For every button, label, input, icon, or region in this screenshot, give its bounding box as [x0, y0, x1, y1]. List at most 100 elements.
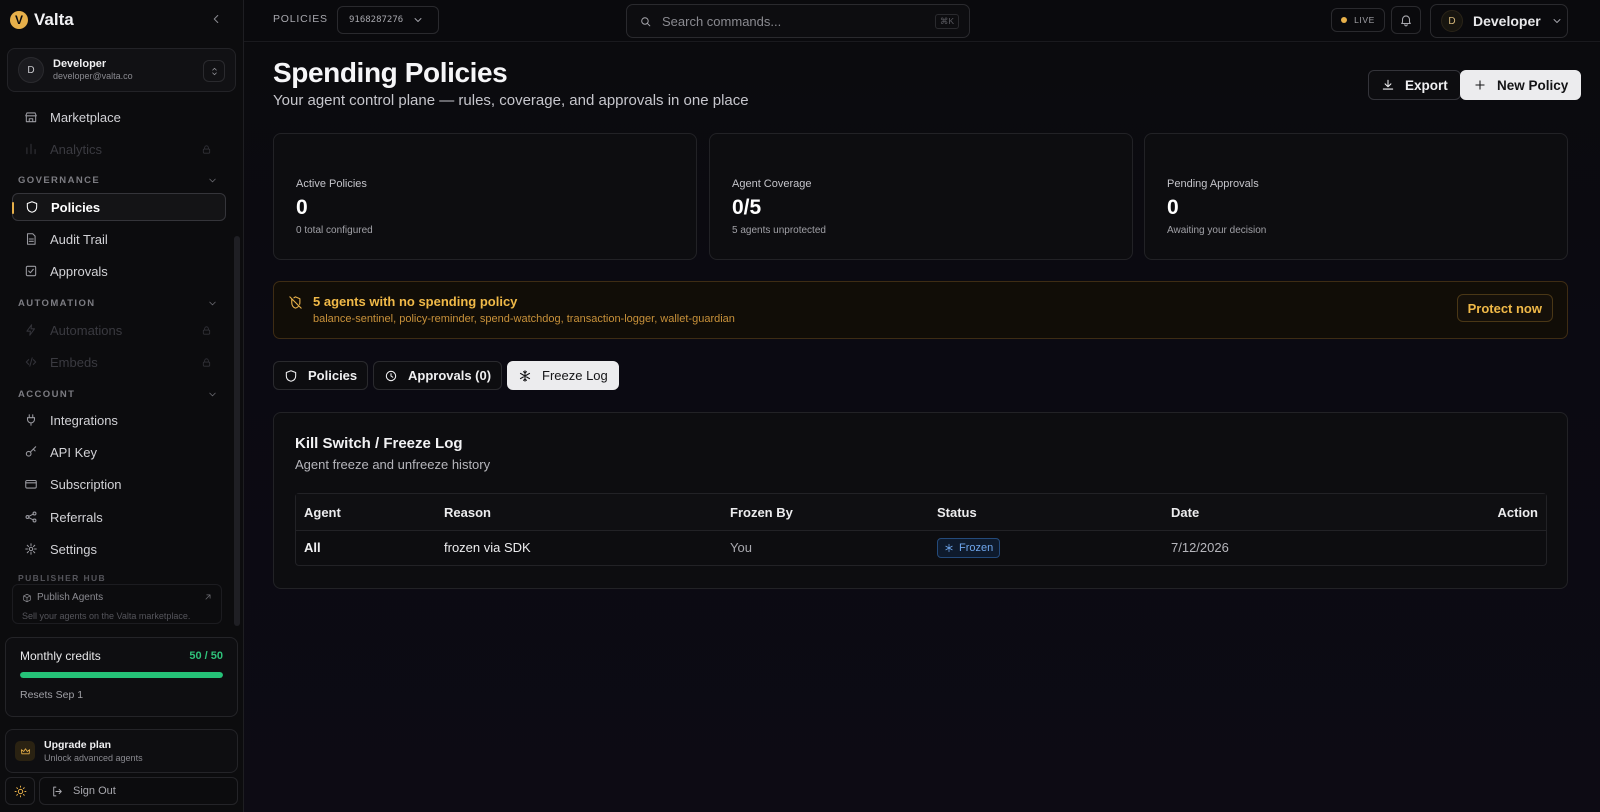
sidebar-item-label: Marketplace	[50, 109, 121, 125]
sidebar-item-settings[interactable]: Settings	[12, 535, 226, 563]
cell-date: 7/12/2026	[1171, 540, 1229, 555]
sidebar-item-label: Settings	[50, 541, 97, 557]
profile-menu-button[interactable]: D Developer	[1430, 4, 1568, 38]
section-label-account: ACCOUNT	[18, 389, 76, 400]
lock-icon	[202, 325, 211, 335]
checkbox-icon	[25, 265, 37, 277]
sidebar-scrollbar[interactable]	[234, 236, 240, 626]
user-name: Developer	[53, 57, 107, 70]
chevron-down-icon	[1553, 19, 1561, 23]
search-input[interactable]	[662, 13, 922, 29]
column-header-date: Date	[1171, 505, 1200, 520]
stat-note: 0 total configured	[296, 225, 373, 236]
store-icon	[25, 112, 37, 123]
publish-agents-card[interactable]: Publish Agents Sell your agents on the V…	[12, 584, 222, 624]
tab-approvals[interactable]: Approvals (0)	[373, 361, 503, 390]
sidebar-item-analytics[interactable]: Analytics	[12, 135, 226, 163]
stat-value: 0	[1167, 196, 1179, 219]
sidebar-item-label: Audit Trail	[50, 231, 108, 247]
account-id-value: 9168287276	[349, 15, 404, 25]
upgrade-plan-button[interactable]: Upgrade plan Unlock advanced agents	[5, 729, 238, 773]
status-badge-label: Frozen	[959, 542, 994, 554]
stat-card-active-policies: Active Policies 0 0 total configured	[273, 133, 697, 260]
shield-icon	[26, 201, 38, 213]
sidebar-item-label: Embeds	[50, 354, 98, 370]
avatar: D	[18, 57, 44, 83]
gear-icon	[25, 543, 37, 555]
workspace-user-card[interactable]: D Developer developer@valta.co	[7, 48, 236, 92]
tab-policies[interactable]: Policies	[273, 361, 369, 390]
collapse-sidebar-button[interactable]	[209, 12, 223, 26]
credits-label: Monthly credits	[20, 649, 101, 663]
sun-icon	[14, 785, 26, 797]
sidebar-item-integrations[interactable]: Integrations	[12, 406, 226, 434]
stat-note: Awaiting your decision	[1167, 225, 1267, 236]
section-label-governance: GOVERNANCE	[18, 175, 101, 186]
sidebar-item-approvals[interactable]: Approvals	[12, 257, 226, 285]
account-switch-button[interactable]	[203, 60, 225, 82]
live-mode-indicator[interactable]: LIVE	[1331, 8, 1385, 32]
publish-agents-subtitle: Sell your agents on the Valta marketplac…	[22, 611, 191, 621]
table-header: Agent Reason Frozen By Status Date Actio…	[296, 494, 1546, 531]
chevron-down-icon[interactable]	[207, 298, 218, 309]
sidebar-item-audit-trail[interactable]: Audit Trail	[12, 225, 226, 253]
protect-now-button[interactable]: Protect now	[1456, 294, 1553, 322]
monthly-credits-card: Monthly credits 50 / 50 Resets Sep 1	[5, 637, 238, 717]
publish-agents-title: Publish Agents	[37, 592, 104, 603]
file-icon	[26, 233, 36, 245]
sidebar: V Valta D Developer developer@valta.co M…	[0, 0, 244, 812]
new-policy-button[interactable]: New Policy	[1460, 70, 1582, 100]
package-icon	[23, 593, 31, 602]
command-search[interactable]: ⌘K	[626, 4, 970, 38]
credits-reset-date: Resets Sep 1	[20, 689, 84, 701]
sidebar-item-marketplace[interactable]: Marketplace	[12, 103, 226, 131]
sidebar-item-automations[interactable]: Automations	[12, 316, 226, 344]
page-title: Spending Policies	[273, 57, 508, 88]
sidebar-item-referrals[interactable]: Referrals	[12, 503, 226, 531]
sidebar-item-policies[interactable]: Policies	[12, 193, 226, 221]
cell-agent: All	[304, 540, 321, 555]
stat-value: 0/5	[732, 196, 762, 219]
live-label: LIVE	[1354, 15, 1375, 25]
avatar: D	[1441, 10, 1463, 32]
stat-note: 5 agents unprotected	[732, 225, 826, 236]
stat-label: Pending Approvals	[1167, 178, 1259, 190]
sidebar-item-subscription[interactable]: Subscription	[12, 470, 226, 498]
main-content: Spending Policies Your agent control pla…	[244, 43, 1600, 812]
sidebar-item-api-key[interactable]: API Key	[12, 438, 226, 466]
arrow-up-right-icon	[205, 594, 211, 600]
account-id-select[interactable]: 9168287276	[337, 6, 439, 34]
stat-card-pending-approvals: Pending Approvals 0 Awaiting your decisi…	[1144, 133, 1568, 260]
chevron-down-icon[interactable]	[207, 175, 218, 186]
chevron-down-icon[interactable]	[207, 389, 218, 400]
sidebar-item-embeds[interactable]: Embeds	[12, 348, 226, 376]
export-label: Export	[1405, 77, 1448, 93]
stat-value: 0	[296, 196, 308, 219]
credits-progress-bar	[20, 672, 223, 678]
search-icon	[641, 16, 651, 26]
new-policy-label: New Policy	[1497, 77, 1569, 93]
clock-icon	[385, 370, 397, 381]
snowflake-icon	[945, 543, 953, 553]
shield-icon	[285, 369, 297, 382]
card-icon	[25, 479, 37, 489]
active-indicator	[12, 202, 14, 214]
chart-icon	[26, 143, 36, 155]
tab-label: Approvals (0)	[408, 368, 492, 383]
page-subtitle: Your agent control plane — rules, covera…	[273, 92, 749, 109]
credits-value: 50 / 50	[189, 650, 223, 662]
key-icon	[25, 446, 37, 457]
breadcrumb: POLICIES	[273, 13, 328, 25]
shortcut-hint: ⌘K	[934, 14, 959, 29]
brand[interactable]: V Valta	[10, 8, 74, 32]
freeze-log-table: Agent Reason Frozen By Status Date Actio…	[295, 493, 1547, 566]
crown-icon	[15, 741, 35, 761]
theme-toggle-button[interactable]	[5, 777, 35, 805]
notifications-button[interactable]	[1391, 6, 1421, 34]
tab-freeze-log[interactable]: Freeze Log	[507, 361, 619, 390]
export-button[interactable]: Export	[1368, 70, 1461, 100]
brand-name: Valta	[34, 10, 74, 29]
status-badge: Frozen	[937, 538, 1001, 558]
zap-icon	[26, 324, 36, 336]
sign-out-button[interactable]: Sign Out	[39, 777, 238, 805]
